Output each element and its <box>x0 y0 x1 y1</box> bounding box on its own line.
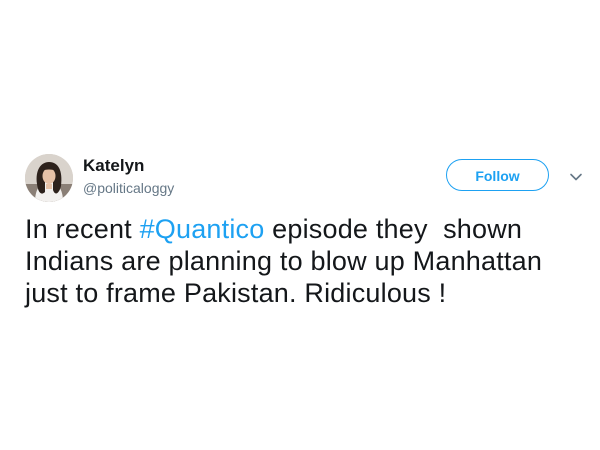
author-display-name[interactable]: Katelyn <box>83 156 144 176</box>
follow-button[interactable]: Follow <box>446 159 549 191</box>
chevron-down-icon[interactable] <box>569 170 583 184</box>
tweet-text-before-hashtag: In recent <box>25 214 140 244</box>
tweet-text-after-hashtag: episode they shown <box>264 214 523 244</box>
profile-photo-icon <box>25 154 73 202</box>
tweet-card: Katelyn @politicaloggy Follow In recent … <box>0 0 600 450</box>
tweet-line-2: Indians are planning to blow up Manhatta… <box>25 246 543 276</box>
tweet-line-1: In recent #Quantico episode they shown <box>25 213 585 245</box>
tweet-line-3: just to frame Pakistan. Ridiculous ! <box>25 278 447 308</box>
hashtag-link[interactable]: #Quantico <box>140 214 265 244</box>
author-handle[interactable]: @politicaloggy <box>83 180 174 197</box>
avatar[interactable] <box>25 154 73 202</box>
tweet-text: In recent #Quantico episode they shown I… <box>25 213 585 309</box>
